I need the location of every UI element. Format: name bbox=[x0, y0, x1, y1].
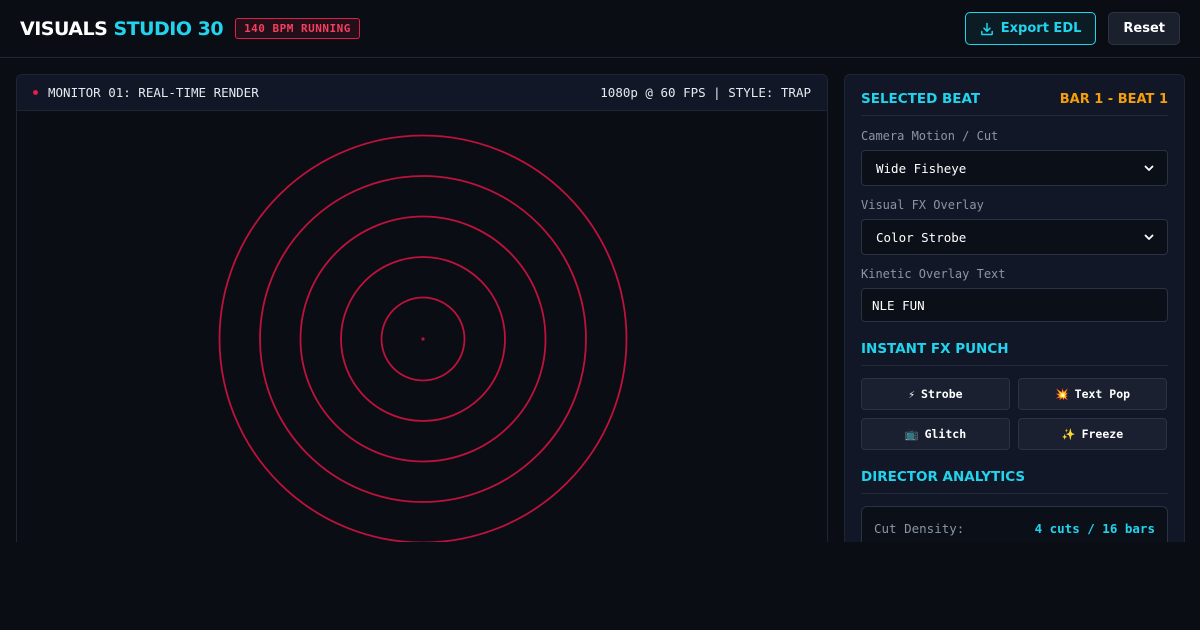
cut-density-stat: Cut Density: 4 cuts / 16 bars bbox=[861, 506, 1168, 542]
camera-motion-value: Wide Fisheye bbox=[876, 160, 967, 176]
camera-motion-label: Camera Motion / Cut bbox=[861, 129, 999, 143]
export-edl-button[interactable]: Export EDL bbox=[964, 12, 1097, 45]
director-analytics-title: DIRECTOR ANALYTICS bbox=[861, 469, 1026, 485]
kinetic-text-input[interactable]: NLE FUN bbox=[861, 288, 1168, 322]
visual-fx-select[interactable]: Color Strobe bbox=[861, 219, 1168, 255]
text-pop-label: Text Pop bbox=[1074, 387, 1131, 401]
monitor-panel: MONITOR 01: REAL-TIME RENDER 1080p @ 60 … bbox=[16, 74, 828, 542]
render-center-dot bbox=[421, 337, 425, 341]
chevron-down-icon bbox=[1144, 165, 1154, 171]
beat-position-badge: BAR 1 - BEAT 1 bbox=[1059, 91, 1168, 107]
kinetic-text-value: NLE FUN bbox=[872, 297, 925, 313]
visual-fx-label: Visual FX Overlay bbox=[861, 198, 984, 212]
reset-button[interactable]: Reset bbox=[1108, 12, 1180, 45]
instant-fx-title: INSTANT FX PUNCH bbox=[861, 341, 1009, 357]
collision-icon: 💥 bbox=[1054, 387, 1069, 401]
kinetic-text-label: Kinetic Overlay Text bbox=[861, 267, 1006, 281]
strobe-button[interactable]: ⚡ Strobe bbox=[861, 378, 1010, 410]
recording-dot-icon bbox=[33, 90, 38, 95]
fx-button-grid: ⚡ Strobe 💥 Text Pop 📺 Glitch ✨ Freeze bbox=[861, 378, 1168, 450]
selected-beat-header: SELECTED BEAT BAR 1 - BEAT 1 bbox=[861, 91, 1168, 116]
download-icon bbox=[980, 22, 994, 36]
glitch-button[interactable]: 📺 Glitch bbox=[861, 418, 1010, 450]
cut-density-label: Cut Density: bbox=[874, 521, 965, 536]
chevron-down-icon bbox=[1144, 234, 1154, 240]
render-canvas bbox=[218, 134, 628, 542]
app-title: VISUALS STUDIO 30 bbox=[20, 17, 224, 40]
freeze-label: Freeze bbox=[1081, 427, 1124, 441]
export-edl-label: Export EDL bbox=[1000, 21, 1082, 36]
brand-part1: VISUALS bbox=[20, 17, 108, 40]
instant-fx-header: INSTANT FX PUNCH bbox=[861, 341, 1168, 366]
brand-part2: STUDIO 30 bbox=[113, 17, 224, 40]
selected-beat-title: SELECTED BEAT bbox=[861, 91, 981, 107]
text-pop-button[interactable]: 💥 Text Pop bbox=[1018, 378, 1167, 410]
visual-fx-value: Color Strobe bbox=[876, 229, 967, 245]
render-viewport[interactable] bbox=[17, 111, 827, 542]
monitor-title: MONITOR 01: REAL-TIME RENDER bbox=[48, 85, 259, 100]
monitor-meta: 1080p @ 60 FPS | STYLE: TRAP bbox=[600, 85, 811, 100]
monitor-header: MONITOR 01: REAL-TIME RENDER 1080p @ 60 … bbox=[17, 75, 827, 111]
lightning-icon: ⚡ bbox=[908, 387, 916, 401]
sparkles-icon: ✨ bbox=[1061, 427, 1076, 441]
cut-density-value: 4 cuts / 16 bars bbox=[1034, 521, 1155, 536]
strobe-label: Strobe bbox=[921, 387, 963, 401]
top-bar: VISUALS STUDIO 30 140 BPM RUNNING Export… bbox=[0, 0, 1200, 58]
director-analytics-header: DIRECTOR ANALYTICS bbox=[861, 469, 1168, 494]
glitch-label: Glitch bbox=[924, 427, 967, 441]
camera-motion-select[interactable]: Wide Fisheye bbox=[861, 150, 1168, 186]
tv-icon: 📺 bbox=[904, 427, 919, 441]
bpm-status-badge: 140 BPM RUNNING bbox=[235, 18, 360, 39]
freeze-button[interactable]: ✨ Freeze bbox=[1018, 418, 1167, 450]
inspector-panel: SELECTED BEAT BAR 1 - BEAT 1 Camera Moti… bbox=[844, 74, 1185, 542]
